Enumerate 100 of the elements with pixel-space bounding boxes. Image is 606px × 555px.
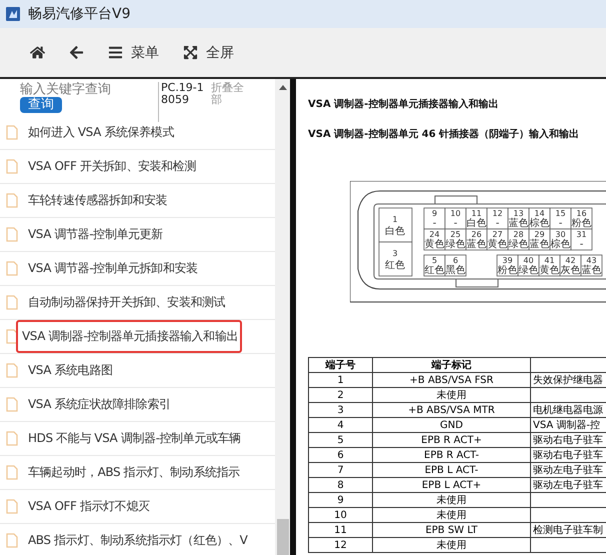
- pin-number: 26: [471, 230, 482, 239]
- document-icon: [6, 295, 18, 310]
- pin-number: 12: [492, 209, 503, 218]
- scroll-up-icon[interactable]: [278, 85, 286, 90]
- topic-item[interactable]: VSA 调节器-控制单元拆卸和安装: [22, 252, 202, 285]
- table-cell: 7: [308, 462, 372, 478]
- table-cell: 12: [308, 538, 372, 552]
- table-cell: 3: [308, 402, 372, 418]
- document-icon: [6, 397, 18, 412]
- topic-item[interactable]: VSA 调节器-控制单元更新: [22, 218, 167, 251]
- table-cell: EPB R ACT-: [372, 448, 530, 462]
- document-icon: [6, 125, 18, 140]
- document-icon: [6, 431, 18, 446]
- table-cell: VSA 调制器-控: [530, 418, 606, 432]
- table-cell: 未使用: [372, 508, 530, 522]
- wire-color: 蓝色: [466, 239, 486, 250]
- table-cell: 10: [308, 508, 372, 522]
- table-cell: EPB L ACT-: [372, 462, 530, 478]
- pin-number: 13: [513, 209, 524, 218]
- wire-color: 绿色: [446, 239, 466, 250]
- scroll-thumb[interactable]: [276, 519, 288, 555]
- expand-icon: [183, 45, 198, 60]
- fullscreen-button[interactable]: 全屏: [173, 40, 244, 66]
- column-header: 端子号: [308, 358, 372, 372]
- document-icon: [6, 499, 18, 514]
- table-cell: 检测电子驻车制: [530, 522, 606, 538]
- wire-color: -: [454, 218, 458, 229]
- table-cell: EPB L ACT+: [372, 478, 530, 492]
- column-header: 端子标记: [372, 358, 530, 372]
- wire-color: 绿色: [518, 265, 538, 276]
- menu-icon: [108, 45, 123, 60]
- table-cell: 驱动左电子驻车: [530, 462, 606, 478]
- table-cell: 2: [308, 388, 372, 402]
- pin-number: 9: [432, 209, 438, 218]
- wire-color: 黑色: [446, 265, 466, 276]
- app-logo-icon: [6, 7, 20, 21]
- wire-color: 黄色: [540, 265, 560, 276]
- document-subheading: VSA 调制器-控制器单元 46 针插接器（阴端子）输入和输出: [308, 128, 580, 141]
- pin-number: 25: [450, 230, 461, 239]
- wire-color: 灰色: [560, 265, 580, 276]
- pin-number: 39: [502, 256, 513, 265]
- pin-number: 6: [452, 256, 458, 265]
- wire-color: 红色: [424, 265, 444, 276]
- table-cell: 未使用: [372, 388, 530, 402]
- wire-color: -: [580, 239, 584, 250]
- table-cell: 未使用: [372, 538, 530, 552]
- wire-color: 粉色: [572, 218, 592, 229]
- topic-item[interactable]: 车辆起动时，ABS 指示灯、制动系统指示: [22, 456, 244, 489]
- table-cell: EPB SW LT: [372, 522, 530, 538]
- table-cell: 6: [308, 448, 372, 462]
- search-button[interactable]: 查询: [20, 97, 62, 113]
- table-cell: 8: [308, 478, 372, 492]
- wire-color: 绿色: [508, 239, 528, 250]
- menu-button[interactable]: 菜单: [98, 40, 169, 66]
- topic-item[interactable]: VSA 系统症状故障排除索引: [22, 388, 174, 421]
- pin-number: 10: [450, 209, 461, 218]
- document-icon: [6, 329, 18, 344]
- table-cell: EPB R ACT+: [372, 432, 530, 448]
- wire-color: -: [496, 218, 500, 229]
- window-title: 畅易汽修平台V9: [28, 5, 130, 23]
- topic-item[interactable]: HDS 不能与 VSA 调制器-控制单元或车辆: [22, 422, 245, 455]
- wire-color: -: [558, 218, 562, 229]
- search-field[interactable]: 输入关键字查询: [20, 82, 150, 97]
- table-cell: 失效保护继电器: [530, 372, 606, 388]
- topic-item[interactable]: 自动制动器保持开关拆卸、安装和测试: [22, 286, 230, 319]
- document-icon: [6, 465, 18, 480]
- document-icon: [6, 159, 18, 174]
- wire-color: -: [432, 218, 436, 229]
- document-icon: [6, 533, 18, 548]
- table-cell: 5: [308, 432, 372, 448]
- table-cell: 驱动左电子驻车: [530, 478, 606, 492]
- pin-number: 40: [523, 256, 534, 265]
- pin-number: 14: [534, 209, 545, 218]
- table-cell: 驱动右电子驻车: [530, 432, 606, 448]
- table-cell: 未使用: [372, 492, 530, 508]
- topic-item[interactable]: VSA OFF 开关拆卸、安装和检测: [22, 150, 200, 183]
- document-icon: [6, 261, 18, 276]
- table-cell: 4: [308, 418, 372, 432]
- topic-item[interactable]: ABS 指示灯、制动系统指示灯（红色）、V: [22, 524, 252, 555]
- wire-color: 粉色: [498, 265, 518, 276]
- topic-item[interactable]: VSA 系统电路图: [22, 354, 116, 387]
- pin-number: 42: [565, 256, 576, 265]
- document-icon: [6, 193, 18, 208]
- topic-item[interactable]: VSA 调制器-控制器单元插接器输入和输出: [16, 320, 242, 353]
- document-code: PC.19-18059: [158, 82, 205, 122]
- wire-color: 蓝色: [508, 218, 528, 229]
- table-cell: 11: [308, 522, 372, 538]
- pin-number: 11: [471, 209, 482, 218]
- topic-item[interactable]: 车轮转速传感器拆卸和安装: [22, 184, 172, 217]
- pin-number: 1: [392, 215, 398, 224]
- wire-color: 白色: [385, 226, 405, 237]
- table-cell: +B ABS/VSA FSR: [372, 372, 530, 388]
- document-heading: VSA 调制器-控制器单元插接器输入和输出: [308, 98, 500, 111]
- pin-number: 15: [555, 209, 566, 218]
- topic-item[interactable]: VSA OFF 指示灯不熄灭: [22, 490, 154, 523]
- pin-number: 30: [555, 230, 566, 239]
- scrollbar[interactable]: [275, 79, 290, 555]
- pin-number: 5: [432, 256, 438, 265]
- pin-number: 41: [544, 256, 555, 265]
- pin-number: 43: [586, 256, 597, 265]
